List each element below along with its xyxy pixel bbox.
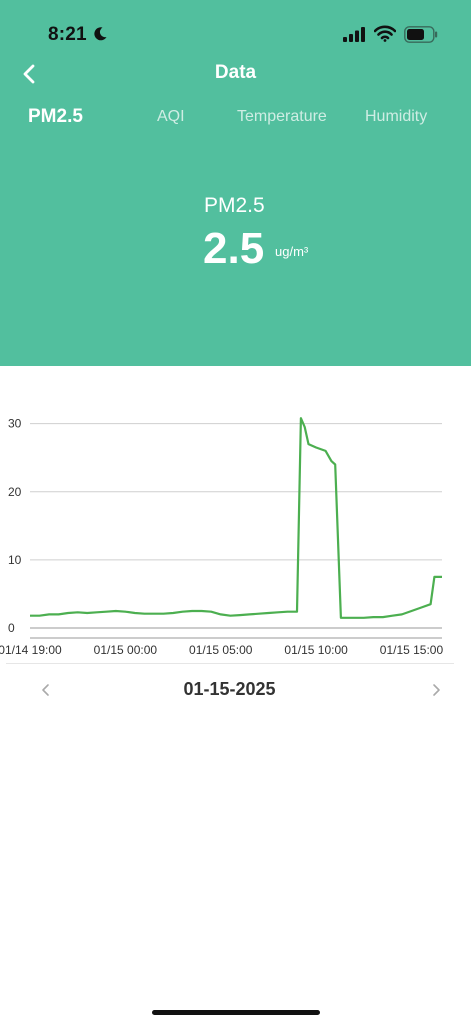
metric-unit: ug/m³: [275, 244, 309, 259]
tab-aqi[interactable]: AQI: [157, 108, 185, 126]
tab-pm25[interactable]: PM2.5: [28, 106, 83, 128]
x-tick-label: 01/14 19:00: [0, 643, 62, 657]
y-tick-label: 10: [8, 553, 22, 567]
date-navigator: 01-15-2025: [0, 676, 471, 708]
x-tick-label: 01/15 10:00: [284, 643, 348, 657]
moon-icon: [94, 27, 107, 41]
metric-label: PM2.5: [204, 194, 265, 217]
x-tick-label: 01/15 00:00: [94, 643, 158, 657]
battery-icon: [404, 26, 438, 43]
tab-temperature[interactable]: Temperature: [237, 108, 327, 126]
next-day-button[interactable]: [426, 680, 446, 700]
page-title: Data: [214, 62, 257, 83]
x-tick-label: 01/15 05:00: [189, 643, 253, 657]
status-bar: 8:21: [0, 0, 471, 56]
cellular-signal-icon: [343, 27, 365, 42]
home-indicator: [152, 1010, 320, 1015]
divider: [6, 663, 454, 664]
status-time: 8:21: [48, 24, 87, 45]
y-tick-label: 20: [8, 485, 22, 499]
tab-humidity[interactable]: Humidity: [365, 108, 427, 126]
x-tick-label: 01/15 15:00: [380, 643, 444, 657]
pm25-line-chart: 0 10 20 30 01/14 19:00 01/15 00:00 01/15 05:00…: [0, 417, 444, 657]
y-tick-label: 0: [8, 621, 15, 635]
wifi-icon: [374, 25, 396, 42]
series-line: [30, 417, 442, 619]
header: 8:21 Data PM2.5 AQI Temperature Humidity…: [0, 0, 471, 366]
selected-date: 01-15-2025: [183, 679, 276, 699]
metric-tabs: PM2.5 AQI Temperature Humidity: [0, 106, 471, 134]
y-tick-label: 30: [8, 417, 22, 431]
metric-value: 2.5: [203, 224, 265, 273]
